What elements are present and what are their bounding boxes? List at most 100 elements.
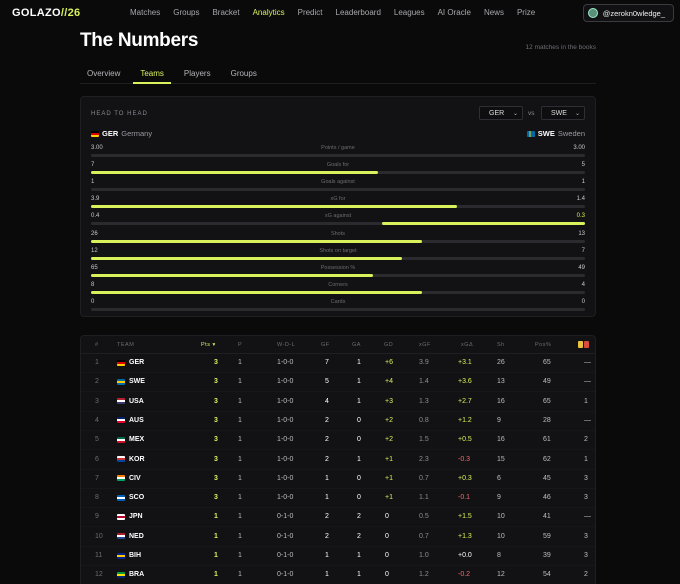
wdl-cell: 1-0-0 [277, 416, 294, 424]
team-left-code: GER [102, 129, 119, 138]
rank-cell: 6 [95, 455, 99, 463]
h2h-stat-label: Corners [328, 281, 348, 288]
cards-cell: — [584, 378, 591, 386]
h2h-stat-label: xG for [330, 196, 346, 203]
h2h-stat-label: Possession % [320, 264, 356, 271]
col-team[interactable]: TEAM [117, 342, 134, 348]
gd-cell: 0 [385, 513, 389, 521]
h2h-bar-track [91, 171, 585, 175]
team-code: USA [129, 397, 144, 405]
tab-groups[interactable]: Groups [224, 64, 264, 84]
table-row[interactable]: 10 1 1 0-1-0 2 2 0.7 10 59 NED 0 +1.3 3 [81, 528, 595, 547]
user-menu[interactable]: @zerokn0wledge_ [582, 4, 674, 22]
table-header: # TEAM Pts ▾ P W-D-L GF GA GD xGF xGΔ Sh… [81, 336, 595, 354]
table-row[interactable]: 6 3 1 1-0-0 2 1 2.3 15 62 KOR +1 -0.3 1 [81, 451, 595, 470]
nav-item-ai-oracle[interactable]: AI Oracle [438, 8, 471, 17]
table-row[interactable]: 11 1 1 0-1-0 1 1 1.0 8 39 BIH 0 +0.0 3 [81, 547, 595, 566]
team-cell[interactable]: SCO [117, 494, 144, 501]
played-cell: 1 [238, 513, 242, 521]
col-xgd[interactable]: xGΔ [461, 342, 473, 348]
pts-cell: 3 [214, 455, 218, 463]
tab-players[interactable]: Players [177, 64, 218, 84]
h2h-right-value: 7 [581, 247, 585, 254]
shots-cell: 13 [497, 378, 505, 386]
col-played[interactable]: P [238, 342, 242, 348]
brand-accent: //26 [60, 7, 81, 19]
flag-swe-icon [526, 130, 535, 137]
brand-main: GOLAZO [12, 7, 61, 19]
gf-cell: 2 [325, 436, 329, 444]
team-cell[interactable]: AUS [117, 417, 144, 424]
h2h-stat-label: Goals against [321, 179, 355, 186]
team-cell[interactable]: JPN [117, 513, 143, 520]
ga-cell: 1 [357, 552, 361, 559]
col-gf[interactable]: GF [321, 342, 330, 348]
nav-item-leagues[interactable]: Leagues [394, 8, 425, 17]
col-possession[interactable]: Pos% [535, 342, 551, 348]
chevron-down-icon: ⌄ [574, 111, 580, 117]
col-wdl[interactable]: W-D-L [277, 342, 295, 348]
h2h-stat-label: xG against [324, 213, 352, 220]
gf-cell: 4 [325, 397, 329, 405]
table-row[interactable]: 12 1 1 0-1-0 1 1 1.2 12 54 BRA 0 -0.2 2 [81, 566, 595, 584]
team-right-select[interactable]: SWE ⌄ [541, 106, 585, 120]
col-xgf[interactable]: xGF [419, 342, 431, 348]
table-row[interactable]: 5 3 1 1-0-0 2 0 1.5 16 61 MEX +2 +0.5 2 [81, 431, 595, 451]
flag-mex-icon [117, 436, 125, 443]
h2h-bar-fill-left [91, 205, 457, 209]
col-ga[interactable]: GA [352, 342, 361, 348]
nav-item-analytics[interactable]: Analytics [253, 8, 285, 17]
wdl-cell: 1-0-0 [277, 494, 294, 502]
team-code: KOR [129, 455, 145, 463]
pts-cell: 3 [214, 436, 218, 444]
top-nav: GOLAZO//26 Matches Groups Bracket Analytics… [0, 0, 680, 26]
col-gd[interactable]: GD [384, 342, 393, 348]
team-left-select[interactable]: GER ⌄ [479, 106, 523, 120]
red-card-icon [584, 341, 589, 348]
team-cell[interactable]: BIH [117, 552, 141, 559]
gf-cell: 1 [325, 552, 329, 559]
team-cell[interactable]: GER [117, 359, 144, 366]
h2h-bar-fill-left [91, 239, 422, 243]
table-row[interactable]: 2 3 1 1-0-0 5 1 1.4 13 49 SWE +4 +3.6 — [81, 373, 595, 393]
xgf-cell: 1.4 [419, 378, 429, 386]
team-cell[interactable]: BRA [117, 571, 144, 578]
table-row[interactable]: 3 3 1 1-0-0 4 1 1.3 16 65 USA +3 +2.7 1 [81, 393, 595, 412]
team-code: SWE [129, 378, 145, 386]
shots-cell: 6 [497, 474, 501, 482]
nav-item-prize[interactable]: Prize [517, 8, 535, 17]
team-cell[interactable]: CIV [117, 475, 141, 482]
col-rank: # [95, 342, 99, 348]
col-shots[interactable]: Sh [497, 342, 505, 348]
team-cell[interactable]: MEX [117, 436, 144, 443]
shots-cell: 16 [497, 436, 505, 444]
nav-item-leaderboard[interactable]: Leaderboard [336, 8, 381, 17]
nav-item-matches[interactable]: Matches [130, 8, 160, 17]
team-cell[interactable]: KOR [117, 456, 145, 463]
team-cell[interactable]: USA [117, 398, 144, 405]
table-row[interactable]: 9 1 1 0-1-0 2 2 0.5 10 41 JPN 0 +1.5 — [81, 508, 595, 528]
nav-item-news[interactable]: News [484, 8, 504, 17]
xgd-cell: -0.2 [458, 571, 471, 579]
table-row[interactable]: 7 3 1 1-0-0 1 0 0.7 6 45 CIV +1 +0.3 3 [81, 470, 595, 489]
ga-cell: 1 [357, 359, 361, 366]
team-right-code: SWE [537, 129, 555, 138]
table-row[interactable]: 4 3 1 1-0-0 2 0 0.8 9 28 AUS +2 +1.2 — [81, 412, 595, 431]
xgd-cell: +3.6 [458, 378, 472, 386]
tab-overview[interactable]: Overview [80, 64, 127, 84]
table-row[interactable]: 1 3 1 1-0-0 7 1 3.9 26 65 GER +6 +3.1 — [81, 354, 595, 373]
nav-item-groups[interactable]: Groups [173, 8, 199, 17]
xgd-cell: +3.1 [458, 359, 472, 366]
head-to-head-card: HEAD TO HEAD GER ⌄ vs SWE ⌄ GER Germany … [80, 96, 596, 317]
flag-bih-icon [117, 552, 125, 559]
nav-item-bracket[interactable]: Bracket [212, 8, 239, 17]
team-cell[interactable]: NED [117, 533, 144, 540]
tab-teams[interactable]: Teams [133, 64, 171, 84]
team-left-select-value: GER [489, 109, 505, 117]
table-row[interactable]: 8 3 1 1-0-0 1 0 1.1 9 46 SCO +1 -0.1 3 [81, 489, 595, 509]
brand-logo[interactable]: GOLAZO//26 [12, 7, 80, 19]
pts-cell: 3 [214, 378, 218, 386]
team-cell[interactable]: SWE [117, 378, 145, 385]
nav-item-predict[interactable]: Predict [298, 8, 323, 17]
col-pts-sorted[interactable]: Pts ▾ [201, 342, 216, 348]
